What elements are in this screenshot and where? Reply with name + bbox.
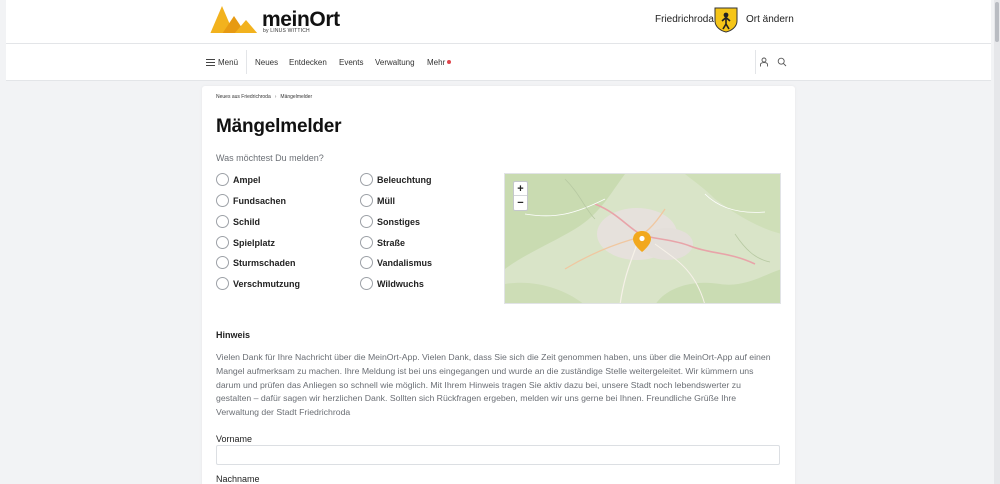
breadcrumb: Neues aus Friedrichroda › Mängelmelder xyxy=(216,94,312,100)
radio-button[interactable] xyxy=(360,194,373,207)
option-label: Straße xyxy=(377,238,406,248)
top-header: meinOrt by LINUS WITTICH Friedrichroda O… xyxy=(6,0,991,44)
first-name-input[interactable] xyxy=(216,445,780,465)
radio-button[interactable] xyxy=(360,215,373,228)
page-scrollbar[interactable] xyxy=(994,0,1000,484)
user-icon[interactable] xyxy=(759,57,769,67)
radio-button[interactable] xyxy=(216,256,229,269)
nav-divider xyxy=(755,50,756,74)
meinort-logo[interactable]: meinOrt by LINUS WITTICH xyxy=(208,4,340,36)
page-title: Mängelmelder xyxy=(216,116,342,137)
breadcrumb-current: Mängelmelder xyxy=(280,94,313,100)
notification-dot xyxy=(447,60,452,64)
chevron-right-icon: › xyxy=(274,94,277,100)
nav-neues[interactable]: Neues xyxy=(255,58,278,67)
hint-title: Hinweis xyxy=(216,330,251,340)
radio-button[interactable] xyxy=(360,277,373,290)
zoom-out-button[interactable]: − xyxy=(514,196,527,210)
category-question: Was möchtest Du melden? xyxy=(216,153,324,163)
option-label: Vandalismus xyxy=(377,258,433,268)
radio-button[interactable] xyxy=(216,173,229,186)
map-tiles xyxy=(505,174,780,303)
option-label: Verschmutzung xyxy=(233,279,301,289)
option-label: Sonstiges xyxy=(377,217,421,227)
nav-menu[interactable]: Menü xyxy=(218,58,238,67)
map-zoom-control: + − xyxy=(513,181,528,211)
location-map[interactable]: + − xyxy=(504,173,781,304)
search-icon[interactable] xyxy=(777,57,787,67)
nav-verwaltung[interactable]: Verwaltung xyxy=(375,58,415,67)
hamburger-icon[interactable] xyxy=(206,59,215,66)
city-crest-icon xyxy=(714,7,738,33)
nav-events[interactable]: Events xyxy=(339,58,363,67)
option-label: Ampel xyxy=(233,175,261,185)
option-label: Sturmschaden xyxy=(233,258,296,268)
first-name-label: Vorname xyxy=(216,434,253,444)
radio-button[interactable] xyxy=(360,173,373,186)
nav-mehr-label: Mehr xyxy=(427,58,446,67)
option-label: Müll xyxy=(377,196,395,206)
logo-byline: by LINUS WITTICH xyxy=(263,28,310,34)
radio-button[interactable] xyxy=(360,256,373,269)
nav-entdecken[interactable]: Entdecken xyxy=(289,58,327,67)
nav-divider xyxy=(246,50,247,74)
last-name-label: Nachname xyxy=(216,474,260,484)
option-label: Schild xyxy=(233,217,261,227)
scrollbar-thumb[interactable] xyxy=(995,2,999,42)
radio-button[interactable] xyxy=(216,194,229,207)
radio-button[interactable] xyxy=(216,236,229,249)
radio-button[interactable] xyxy=(216,277,229,290)
option-label: Wildwuchs xyxy=(377,279,424,289)
content-card: Neues aus Friedrichroda › Mängelmelder Män… xyxy=(202,86,795,484)
logo-mark-icon xyxy=(208,6,260,36)
zoom-in-button[interactable]: + xyxy=(514,182,527,196)
hint-text: Vielen Dank für Ihre Nachricht über die … xyxy=(216,352,771,418)
current-city: Friedrichroda xyxy=(655,14,714,25)
main-nav: Menü Neues Entdecken Events Verwaltung M… xyxy=(6,44,991,81)
radio-button[interactable] xyxy=(360,236,373,249)
option-label: Beleuchtung xyxy=(377,175,432,185)
option-label: Fundsachen xyxy=(233,196,287,206)
option-label: Spielplatz xyxy=(233,238,276,248)
change-location-link[interactable]: Ort ändern xyxy=(746,14,794,25)
breadcrumb-parent-link[interactable]: Neues aus Friedrichroda xyxy=(216,94,271,100)
nav-mehr[interactable]: Mehr xyxy=(427,58,452,67)
radio-button[interactable] xyxy=(216,215,229,228)
